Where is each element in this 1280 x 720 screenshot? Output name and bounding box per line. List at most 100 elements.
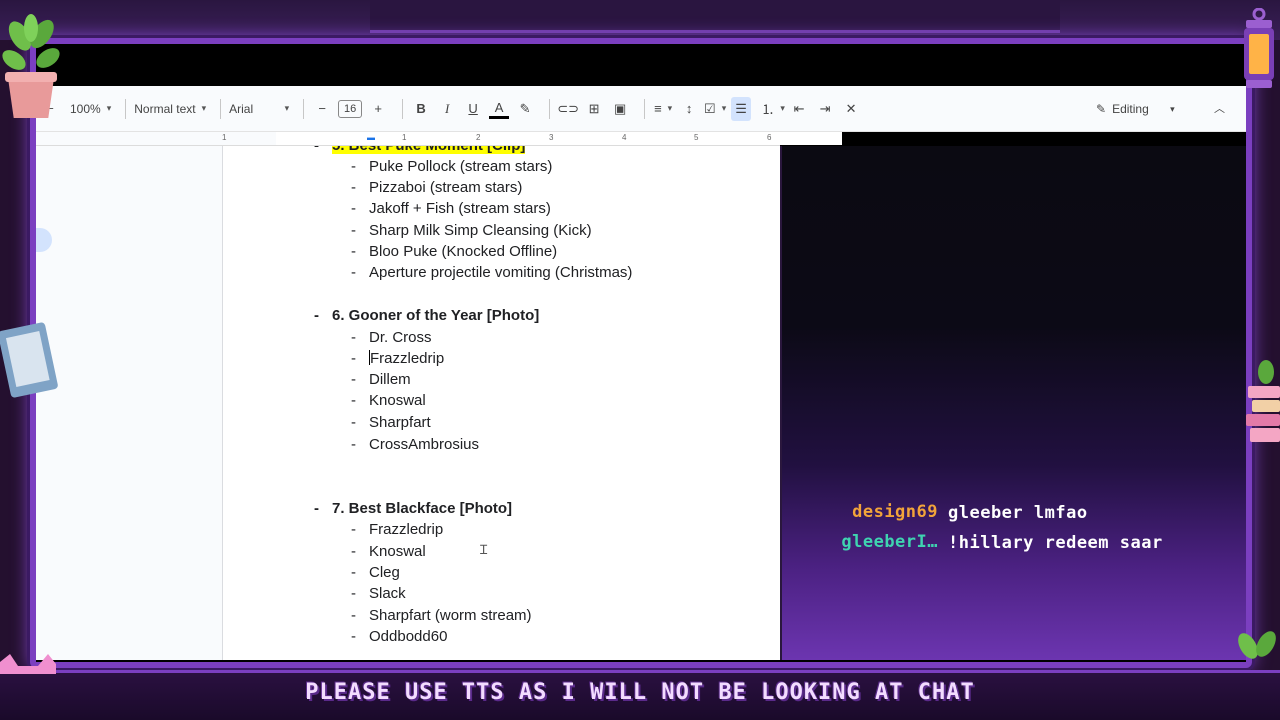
ruler-tick: 4: [622, 133, 627, 142]
list-item-text: Sharpfart (worm stream): [369, 607, 532, 624]
list-item: - Frazzledrip: [351, 521, 444, 538]
toolbar-divider: [549, 98, 551, 119]
list-item-text: Knoswal: [369, 543, 426, 560]
chat-text: !hillary redeem saar: [948, 533, 1163, 553]
list-item-text: Jakoff + Fish (stream stars): [369, 200, 551, 217]
text-color-button[interactable]: A: [489, 99, 510, 119]
document-canvas[interactable]: - 5. Best Puke Moment [Clip] -Puke Pollo…: [36, 146, 780, 660]
zoom-value: 100%: [70, 101, 101, 116]
increase-font-size-button[interactable]: +: [368, 97, 388, 121]
list-item-text: Pizzaboi (stream stars): [369, 179, 523, 196]
list-item-text: Dr. Cross: [369, 329, 432, 346]
chat-username: gleeberI…: [841, 532, 938, 552]
font-value: Arial: [229, 101, 254, 116]
list-item: - Knoswal: [351, 392, 426, 409]
heading-text: 6. Gooner of the Year [Photo]: [332, 307, 540, 324]
insert-image-icon[interactable]: ▣: [610, 97, 630, 121]
list-item-text: Puke Pollock (stream stars): [369, 158, 553, 175]
bold-button[interactable]: B: [411, 97, 431, 121]
numbered-list-icon[interactable]: ⒈: [761, 97, 783, 121]
indent-marker[interactable]: ▬: [367, 133, 375, 142]
list-item: - Bloo Puke (Knocked Offline): [351, 243, 558, 260]
bullet-dash: -: [314, 146, 319, 154]
bulleted-list-icon[interactable]: ☰: [731, 96, 752, 121]
mouse-ibeam-cursor-icon: Ɪ: [480, 542, 488, 557]
heading-text: 7. Best Blackface [Photo]: [332, 500, 513, 517]
stacked-books-icon: [1246, 360, 1280, 442]
ruler[interactable]: 1 ▬ 1 2 3 4 5 6: [36, 132, 842, 146]
line-spacing-icon[interactable]: ↕: [679, 97, 699, 121]
heading-text: 5. Best Puke Moment [Clip]: [332, 146, 526, 154]
overlay-top-banner: [0, 0, 1280, 40]
decrease-font-size-button[interactable]: −: [312, 97, 332, 121]
list-item-text: Aperture projectile vomiting (Christmas): [369, 264, 633, 281]
stream-chat-panel: design69 gleeber lmfao gleeberI… !hillar…: [780, 146, 1246, 660]
cat-ears-icon: [0, 654, 56, 674]
list-item: - Aperture projectile vomiting (Christmas…: [351, 264, 633, 281]
italic-button[interactable]: I: [437, 97, 457, 121]
list-item: - Sharpfart: [351, 414, 431, 431]
zoom-select[interactable]: 100%: [70, 97, 111, 121]
ruler-tick: 5: [694, 133, 699, 142]
list-item-text: Oddbodd60: [369, 628, 448, 645]
style-select[interactable]: Normal text: [134, 97, 206, 121]
list-item-text: Frazzledrip: [370, 350, 445, 367]
toolbar-divider: [303, 98, 305, 119]
list-item-text: Sharp Milk Simp Cleansing (Kick): [369, 222, 592, 239]
list-item: - Jakoff + Fish (stream stars): [351, 200, 551, 217]
list-item-text: CrossAmbrosius: [369, 436, 480, 453]
highlight-pen-icon[interactable]: ✎: [515, 97, 535, 121]
font-size-input[interactable]: 16: [338, 99, 363, 118]
list-item: - 5. Best Puke Moment [Clip]: [314, 146, 526, 154]
clear-formatting-icon[interactable]: ✕: [841, 97, 861, 121]
list-item: - Cleg: [351, 564, 400, 581]
align-icon[interactable]: ≡: [653, 97, 673, 121]
potted-plant-icon: [2, 14, 60, 118]
list-item-text: Bloo Puke (Knocked Offline): [369, 243, 558, 260]
document-page[interactable]: - 5. Best Puke Moment [Clip] -Puke Pollo…: [222, 146, 780, 660]
toolbar-divider: [125, 98, 127, 119]
chat-text: gleeber lmfao: [948, 503, 1088, 523]
ruler-tick: 6: [767, 133, 772, 142]
underline-button[interactable]: U: [463, 97, 483, 121]
collapse-toolbar-icon[interactable]: ︿: [1214, 100, 1225, 116]
list-item: - Pizzaboi (stream stars): [351, 179, 523, 196]
lantern-icon: [1244, 8, 1274, 88]
increase-indent-icon[interactable]: ⇥: [815, 97, 835, 121]
list-item: - Frazzledrip: [351, 350, 445, 367]
link-icon[interactable]: ⊂⊃: [557, 97, 579, 121]
chat-message: design69 gleeber lmfao: [782, 502, 1248, 526]
editing-mode-select[interactable]: ✎ Editing ▾: [1096, 97, 1175, 121]
outline-toggle[interactable]: [36, 228, 52, 252]
potted-plant-icon: [1238, 631, 1276, 659]
chevron-down-icon: ▾: [1170, 103, 1175, 114]
docs-toolbar: ⌐ 100% Normal text Arial − 16 + B I U A …: [36, 86, 1246, 132]
list-item: - Dr. Cross: [351, 329, 432, 346]
list-item: - Dillem: [351, 371, 411, 388]
list-item: - 6. Gooner of the Year [Photo]: [314, 307, 540, 324]
ruler-tick: 3: [549, 133, 554, 142]
list-item-text: Slack: [369, 585, 406, 602]
list-item-text: Knoswal: [369, 392, 426, 409]
chat-message: gleeberI… !hillary redeem saar: [782, 532, 1248, 578]
decrease-indent-icon[interactable]: ⇤: [789, 97, 809, 121]
list-item: - Knoswal: [351, 543, 426, 560]
toolbar-divider: [644, 98, 646, 119]
list-item-text: Dillem: [369, 371, 411, 388]
list-item: - Sharpfart (worm stream): [351, 607, 532, 624]
list-item: - Oddbodd60: [351, 628, 448, 645]
font-select[interactable]: Arial: [229, 97, 289, 121]
overlay-ticker-text: PLEASE USE TTS AS I WILL NOT BE LOOKING …: [305, 680, 975, 705]
picture-frame-icon: [0, 322, 58, 398]
list-item: - Puke Pollock (stream stars): [351, 158, 553, 175]
checklist-icon[interactable]: ☑: [704, 97, 725, 121]
pencil-icon: ✎: [1096, 102, 1107, 116]
list-item: - 7. Best Blackface [Photo]: [314, 500, 513, 517]
chat-username: design69: [852, 502, 938, 522]
add-comment-icon[interactable]: ⊞: [584, 97, 604, 121]
list-item-text: Cleg: [369, 564, 400, 581]
toolbar-divider: [402, 98, 404, 119]
list-item: - Slack: [351, 585, 406, 602]
style-value: Normal text: [134, 101, 196, 116]
editing-mode-label: Editing: [1112, 102, 1149, 116]
